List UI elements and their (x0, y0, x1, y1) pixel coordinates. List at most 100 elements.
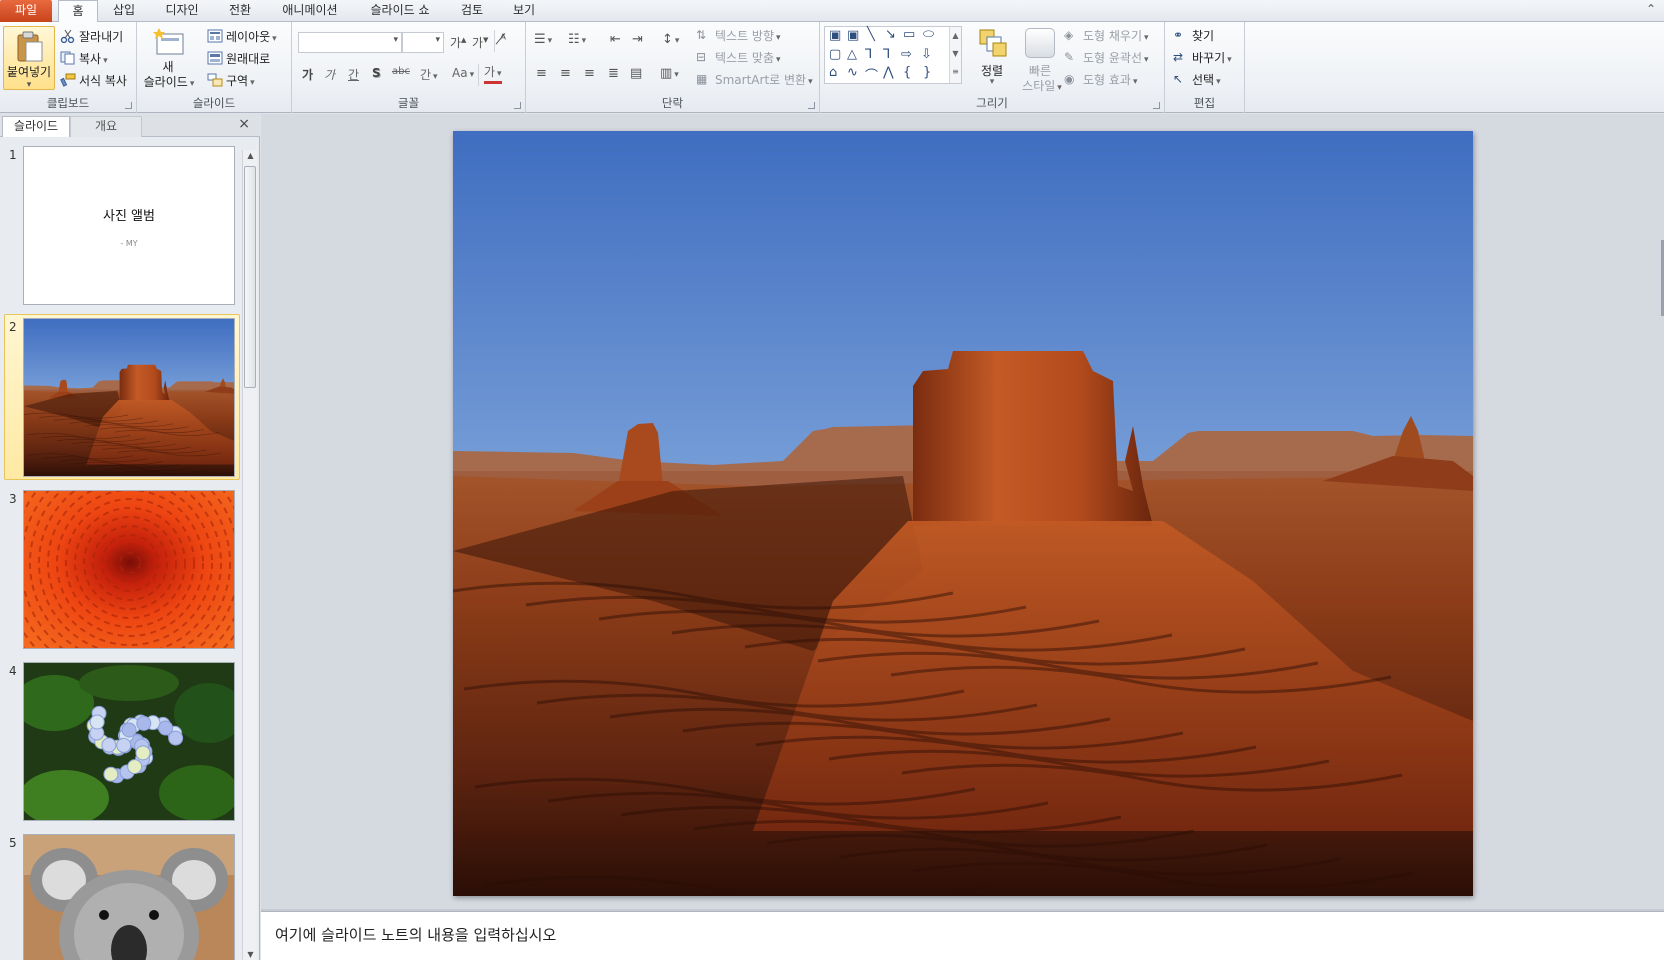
tab-file[interactable]: 파일 (0, 0, 52, 22)
distribute-icon[interactable]: ▤ (630, 66, 642, 81)
right-arrow-shape-icon[interactable]: ⇨ (901, 47, 912, 62)
reset-button[interactable]: 원래대로 (207, 48, 270, 68)
shapes-gallery[interactable]: ▣ ▣ ╲ ↘ ▭ ⬭ ▢ △ ⅂ ⅂ ⇨ ⇩ ⌂ ∿ ⌒ ⋀ { } ▲ ▼ ≡ (824, 26, 962, 84)
font-color-button[interactable]: 가 (484, 66, 502, 84)
align-center-icon[interactable]: ≡ (560, 66, 571, 81)
font-name-combo[interactable] (298, 32, 402, 53)
shape-outline-button[interactable]: ✎ 도형 윤곽선 (1064, 47, 1149, 67)
tab-slideshow[interactable]: 슬라이드 쇼 (360, 0, 440, 22)
rounded-rect-shape-icon[interactable]: ▢ (829, 47, 841, 62)
freeform-shape-icon[interactable]: ⌂ (829, 65, 837, 80)
text-direction-button[interactable]: ⇅ 텍스트 방향 (696, 25, 781, 45)
slide-thumbnail-2[interactable] (23, 318, 235, 477)
slide-thumbnail-1[interactable]: 사진 앨범 - MY (23, 146, 235, 305)
shape-fill-button[interactable]: ◈ 도형 채우기 (1064, 25, 1149, 45)
char-spacing-button[interactable]: 간 (420, 66, 438, 83)
columns-icon[interactable]: ▥ (660, 66, 679, 81)
line-spacing-icon[interactable]: ↕ (662, 32, 679, 47)
shape-effects-button[interactable]: ◉ 도형 효과 (1064, 69, 1138, 89)
decrease-indent-icon[interactable]: ⇤ (610, 32, 621, 47)
scrollbar-thumb[interactable] (244, 166, 256, 388)
desert-thumbnail-image (24, 319, 234, 476)
bold-button[interactable]: 가 (302, 66, 313, 83)
justify-icon[interactable]: ≣ (608, 66, 619, 81)
tab-home[interactable]: 홈 (58, 0, 98, 23)
format-painter-button[interactable]: 서식 복사 (60, 70, 127, 90)
clipboard-launcher-icon[interactable] (125, 102, 132, 109)
replace-button[interactable]: ⇄ 바꾸기 (1173, 47, 1232, 67)
tab-transitions[interactable]: 전환 (218, 0, 262, 22)
tab-outline-panel[interactable]: 개요 (70, 116, 142, 137)
vertical-textbox-shape-icon[interactable]: ▣ (847, 28, 859, 43)
align-text-button[interactable]: ⊟ 텍스트 맞춤 (696, 47, 781, 67)
minimize-ribbon-icon[interactable]: ⌃ (1646, 2, 1656, 16)
quick-styles-button[interactable]: 빠른 스타일 (1016, 26, 1064, 93)
slide-thumbnail-4[interactable] (23, 662, 235, 821)
left-brace-shape-icon[interactable]: { (903, 65, 911, 80)
shadow-button[interactable]: S (372, 66, 381, 80)
curve-shape-icon[interactable]: ∿ (847, 65, 858, 80)
tab-review[interactable]: 검토 (450, 0, 494, 22)
format-painter-icon (60, 73, 76, 87)
paragraph-launcher-icon[interactable] (808, 102, 815, 109)
tab-slides-panel[interactable]: 슬라이드 (2, 116, 70, 137)
slide-thumbnail-5[interactable] (23, 834, 235, 960)
slide-1-subtitle: - MY (120, 239, 138, 248)
arc-shape-icon[interactable]: ⌒ (865, 65, 878, 84)
tab-animations[interactable]: 애니메이션 (270, 0, 350, 22)
textbox-shape-icon[interactable]: ▣ (829, 28, 841, 43)
section-button[interactable]: 구역 (207, 70, 255, 90)
select-button[interactable]: ↖ 선택 (1173, 69, 1221, 89)
bullets-icon[interactable]: ☰ (534, 32, 552, 47)
layout-button[interactable]: 레이아웃 (207, 26, 277, 46)
line-shape-icon[interactable]: ╲ (867, 27, 875, 42)
shapes-scroll[interactable]: ▲ ▼ ≡ (949, 27, 961, 83)
connector-shape-icon[interactable]: ⅂ (865, 47, 872, 62)
paste-button[interactable]: 붙여넣기 ▾ (3, 26, 55, 90)
wave-shape-icon[interactable]: ⋀ (883, 65, 894, 80)
increase-indent-icon[interactable]: ⇥ (632, 32, 643, 47)
smartart-button[interactable]: ▦ SmartArt로 변환 (696, 69, 813, 89)
close-panel-icon[interactable]: × (238, 116, 250, 132)
font-size-combo[interactable] (402, 32, 444, 53)
tab-insert[interactable]: 삽입 (102, 0, 146, 22)
smartart-label: SmartArt로 변환 (715, 71, 813, 88)
paste-dropdown-icon[interactable]: ▾ (4, 80, 54, 90)
koala-thumbnail-image (24, 835, 234, 960)
scroll-down-icon[interactable]: ▼ (243, 950, 258, 959)
select-label: 선택 (1192, 71, 1221, 88)
numbering-icon[interactable]: ☷ (568, 32, 586, 47)
section-label: 구역 (226, 72, 255, 89)
scroll-up-icon[interactable]: ▲ (243, 151, 258, 160)
new-slide-button[interactable]: 새 슬라이드 (144, 26, 191, 89)
down-arrow-shape-icon[interactable]: ⇩ (921, 47, 932, 62)
thumbnail-scrollbar[interactable]: ▲ ▼ (242, 150, 257, 960)
clear-format-icon[interactable]: ᴬ̸ (500, 32, 506, 48)
oval-shape-icon[interactable]: ⬭ (923, 27, 934, 42)
find-button[interactable]: ⚭ 찾기 (1173, 25, 1214, 45)
arrow-line-shape-icon[interactable]: ↘ (885, 27, 896, 42)
tab-view[interactable]: 보기 (502, 0, 546, 22)
align-left-icon[interactable]: ≡ (536, 66, 547, 81)
arrange-button[interactable]: 정렬 ▾ (972, 26, 1012, 90)
italic-button[interactable]: 가 (324, 66, 335, 83)
cut-button[interactable]: 잘라내기 (60, 26, 123, 46)
copy-button[interactable]: 복사 (60, 48, 108, 68)
elbow-connector-shape-icon[interactable]: ⅂ (883, 47, 890, 62)
grow-font-icon[interactable]: 가▲ (450, 34, 466, 51)
change-case-button[interactable]: Aa (452, 66, 474, 80)
strikethrough-button[interactable]: abc (392, 66, 410, 77)
font-launcher-icon[interactable] (514, 102, 521, 109)
slides-group-label: 슬라이드 (192, 96, 236, 110)
shrink-font-icon[interactable]: 가▼ (472, 34, 488, 51)
notes-pane[interactable]: 여기에 슬라이드 노트의 내용을 입력하십시오 (261, 911, 1664, 960)
underline-button[interactable]: 간 (348, 66, 359, 83)
drawing-launcher-icon[interactable] (1153, 102, 1160, 109)
slide-thumbnail-3[interactable] (23, 490, 235, 649)
align-right-icon[interactable]: ≡ (584, 66, 595, 81)
triangle-shape-icon[interactable]: △ (847, 47, 857, 62)
right-brace-shape-icon[interactable]: } (923, 65, 931, 80)
rectangle-shape-icon[interactable]: ▭ (903, 27, 915, 42)
tab-design[interactable]: 디자인 (154, 0, 210, 22)
current-slide[interactable] (453, 131, 1473, 896)
